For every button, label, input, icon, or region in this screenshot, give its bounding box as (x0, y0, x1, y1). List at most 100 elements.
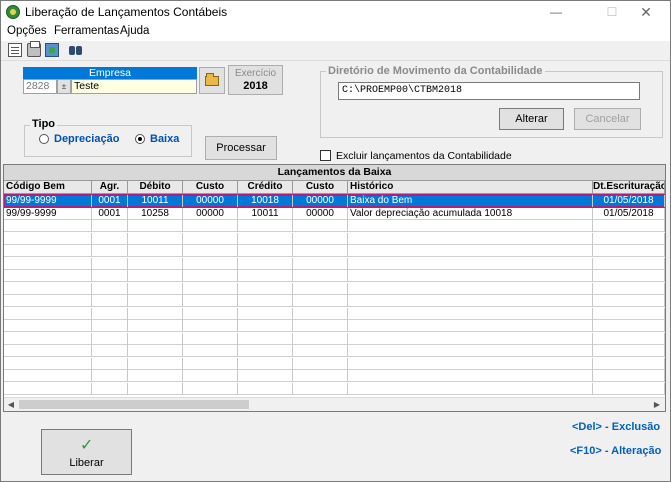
column-header[interactable]: Crédito (238, 181, 293, 194)
table-cell[interactable] (92, 307, 128, 320)
table-row[interactable] (4, 332, 665, 345)
table-cell[interactable]: 01/05/2018 (593, 195, 665, 207)
table-cell[interactable] (183, 220, 238, 232)
table-cell[interactable] (4, 232, 92, 245)
table-cell[interactable] (128, 232, 183, 245)
table-cell[interactable] (593, 295, 665, 307)
table-cell[interactable] (348, 257, 593, 270)
table-cell[interactable] (92, 245, 128, 257)
excluir-checkbox-label[interactable]: Excluir lançamentos da Contabilidade (336, 150, 512, 162)
column-header[interactable]: Custo (183, 181, 238, 194)
table-cell[interactable]: 10011 (128, 195, 183, 207)
table-cell[interactable] (92, 295, 128, 307)
table-row[interactable] (4, 220, 665, 232)
table-cell[interactable] (293, 357, 348, 370)
table-cell[interactable] (593, 345, 665, 357)
scroll-right-icon[interactable]: ▶ (652, 400, 662, 410)
table-cell[interactable] (183, 382, 238, 395)
table-cell[interactable] (128, 345, 183, 357)
table-cell[interactable] (238, 345, 293, 357)
table-cell[interactable]: 10258 (128, 207, 183, 220)
table-cell[interactable] (4, 370, 92, 382)
table-cell[interactable] (348, 232, 593, 245)
table-cell[interactable] (293, 220, 348, 232)
table-row[interactable] (4, 282, 665, 295)
table-cell[interactable] (593, 357, 665, 370)
table-cell[interactable]: 99/99-9999 (4, 195, 92, 207)
table-cell[interactable] (593, 320, 665, 332)
table-row[interactable]: 99/99-9999 0001 10011 00000 10018 00000 Baixa … (4, 194, 665, 208)
table-cell[interactable] (128, 307, 183, 320)
table-cell[interactable] (238, 382, 293, 395)
table-cell[interactable] (238, 245, 293, 257)
table-cell[interactable] (128, 295, 183, 307)
table-cell[interactable] (92, 270, 128, 282)
liberar-button[interactable]: ✓ Liberar (41, 429, 132, 475)
table-cell[interactable] (348, 270, 593, 282)
diretorio-path-input[interactable]: C:\PROEMP00\CTBM2018 (338, 82, 640, 100)
table-row[interactable] (4, 345, 665, 357)
table-cell[interactable] (348, 382, 593, 395)
table-cell[interactable] (128, 357, 183, 370)
processar-button[interactable]: Processar (205, 136, 277, 160)
table-cell[interactable] (238, 232, 293, 245)
grid-body[interactable]: 99/99-9999 0001 10011 00000 10018 00000 Baixa … (4, 194, 665, 395)
scroll-thumb[interactable] (19, 400, 249, 409)
open-folder-button[interactable] (199, 67, 225, 94)
radio-baixa[interactable] (135, 134, 145, 144)
table-cell[interactable] (593, 282, 665, 295)
menu-opcoes[interactable]: Opções (7, 25, 47, 37)
table-cell[interactable] (238, 270, 293, 282)
printer-icon[interactable] (27, 41, 41, 57)
table-cell[interactable] (238, 220, 293, 232)
empresa-code-input[interactable]: 2828 (23, 79, 57, 94)
table-cell[interactable]: Baixa do Bem (348, 195, 593, 207)
binoculars-icon[interactable] (69, 43, 83, 57)
radio-depreciacao[interactable] (39, 134, 49, 144)
table-cell[interactable] (293, 257, 348, 270)
table-cell[interactable]: 00000 (183, 195, 238, 207)
table-cell[interactable]: Valor depreciação acumulada 10018 (348, 207, 593, 220)
table-row[interactable] (4, 382, 665, 395)
column-header[interactable]: Agr. (92, 181, 128, 194)
table-cell[interactable] (348, 320, 593, 332)
table-cell[interactable] (183, 232, 238, 245)
column-header[interactable]: Débito (128, 181, 183, 194)
empresa-spin-button[interactable]: ± (57, 79, 71, 94)
table-cell[interactable] (593, 220, 665, 232)
table-cell[interactable]: 10011 (238, 207, 293, 220)
scroll-left-icon[interactable]: ◀ (6, 400, 16, 410)
table-cell[interactable] (92, 357, 128, 370)
table-cell[interactable] (183, 370, 238, 382)
table-cell[interactable] (183, 307, 238, 320)
table-row[interactable] (4, 270, 665, 282)
table-cell[interactable] (593, 270, 665, 282)
minimize-button[interactable]: — (533, 1, 579, 23)
table-cell[interactable] (183, 332, 238, 345)
table-cell[interactable] (238, 320, 293, 332)
table-cell[interactable] (238, 370, 293, 382)
table-cell[interactable] (348, 245, 593, 257)
table-cell[interactable] (4, 270, 92, 282)
table-cell[interactable] (128, 257, 183, 270)
table-cell[interactable] (4, 345, 92, 357)
table-cell[interactable] (183, 282, 238, 295)
excluir-checkbox[interactable] (320, 150, 331, 161)
table-cell[interactable]: 00000 (293, 195, 348, 207)
table-cell[interactable] (183, 257, 238, 270)
table-cell[interactable] (92, 382, 128, 395)
table-cell[interactable] (128, 245, 183, 257)
table-cell[interactable] (92, 220, 128, 232)
document-icon[interactable] (8, 43, 22, 57)
table-cell[interactable] (92, 345, 128, 357)
table-cell[interactable] (92, 282, 128, 295)
table-cell[interactable] (92, 370, 128, 382)
table-cell[interactable]: 00000 (183, 207, 238, 220)
table-cell[interactable] (348, 282, 593, 295)
table-row[interactable] (4, 295, 665, 307)
table-cell[interactable] (128, 282, 183, 295)
table-cell[interactable] (92, 332, 128, 345)
table-cell[interactable] (92, 257, 128, 270)
table-cell[interactable] (183, 295, 238, 307)
table-row[interactable] (4, 370, 665, 382)
